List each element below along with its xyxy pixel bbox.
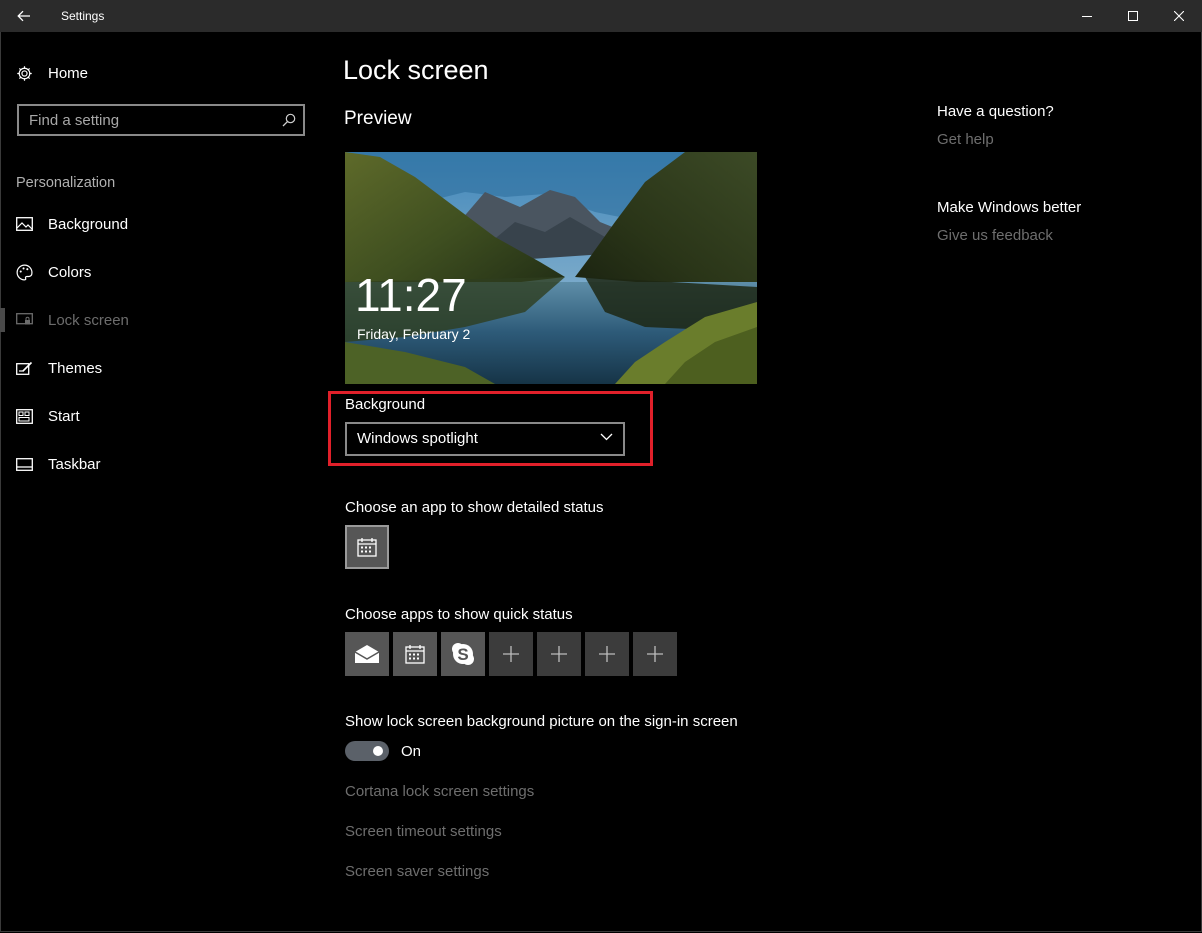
calendar-icon bbox=[357, 538, 377, 557]
start-icon bbox=[16, 408, 33, 424]
skype-icon: S bbox=[452, 643, 474, 665]
sidebar-item-label: Start bbox=[48, 407, 80, 425]
themes-icon bbox=[16, 361, 33, 375]
add-icon bbox=[599, 646, 615, 662]
help-heading: Have a question? bbox=[937, 103, 1054, 120]
quick-status-add-slot[interactable] bbox=[585, 632, 629, 676]
screen-saver-link[interactable]: Screen saver settings bbox=[345, 863, 489, 880]
lock-screen-icon bbox=[16, 312, 33, 324]
detailed-status-label: Choose an app to show detailed status bbox=[345, 499, 604, 516]
quick-status-add-slot[interactable] bbox=[537, 632, 581, 676]
nav-home[interactable]: Home bbox=[16, 62, 88, 84]
add-icon bbox=[551, 646, 567, 662]
search-input[interactable] bbox=[19, 106, 289, 134]
quick-status-add-slot[interactable] bbox=[489, 632, 533, 676]
maximize-icon bbox=[1128, 11, 1138, 21]
give-feedback-link[interactable]: Give us feedback bbox=[937, 227, 1053, 244]
section-label-personalization: Personalization bbox=[16, 175, 116, 191]
search-button[interactable] bbox=[281, 112, 297, 128]
svg-text:S: S bbox=[457, 645, 468, 664]
sidebar-item-label: Background bbox=[48, 215, 129, 233]
screen-timeout-link[interactable]: Screen timeout settings bbox=[345, 823, 502, 840]
sidebar-item-label: Lock screen bbox=[48, 311, 129, 329]
maximize-button[interactable] bbox=[1110, 0, 1156, 32]
gear-icon bbox=[17, 65, 32, 81]
active-indicator bbox=[0, 308, 5, 332]
quick-status-add-slot[interactable] bbox=[633, 632, 677, 676]
signin-background-label: Show lock screen background picture on t… bbox=[345, 713, 738, 730]
toggle-knob bbox=[373, 746, 383, 756]
quick-status-skype[interactable]: S bbox=[441, 632, 485, 676]
sidebar-item-start[interactable]: Start bbox=[16, 405, 80, 427]
sidebar-item-colors[interactable]: Colors bbox=[16, 261, 91, 283]
minimize-icon bbox=[1082, 16, 1092, 17]
sidebar-item-themes[interactable]: Themes bbox=[16, 357, 102, 379]
sidebar-item-label: Themes bbox=[48, 359, 103, 377]
add-icon bbox=[647, 646, 663, 662]
cortana-lock-screen-link[interactable]: Cortana lock screen settings bbox=[345, 783, 534, 800]
minimize-button[interactable] bbox=[1064, 0, 1110, 32]
mail-icon bbox=[354, 645, 380, 663]
nav-home-label: Home bbox=[48, 64, 89, 82]
back-arrow-icon bbox=[17, 10, 30, 22]
back-button[interactable] bbox=[0, 0, 48, 32]
quick-status-label: Choose apps to show quick status bbox=[345, 606, 573, 623]
palette-icon bbox=[16, 264, 33, 280]
page-title: Lock screen bbox=[343, 55, 489, 85]
title-bar bbox=[0, 0, 1202, 32]
sidebar-item-label: Colors bbox=[48, 263, 92, 281]
preview-time: 11:27 bbox=[355, 269, 467, 321]
signin-background-toggle[interactable] bbox=[345, 741, 389, 761]
preview-date: Friday, February 2 bbox=[357, 326, 471, 342]
sidebar-item-lock-screen[interactable]: Lock screen bbox=[16, 309, 129, 331]
sidebar-item-background[interactable]: Background bbox=[16, 213, 128, 235]
taskbar-icon bbox=[16, 457, 33, 471]
highlight-box bbox=[328, 391, 653, 466]
feedback-heading: Make Windows better bbox=[937, 199, 1082, 216]
search-box[interactable] bbox=[17, 104, 305, 136]
sidebar-item-label: Taskbar bbox=[48, 455, 101, 473]
window-title: Settings bbox=[61, 9, 105, 23]
toggle-state-label: On bbox=[401, 743, 422, 760]
picture-icon bbox=[16, 217, 33, 231]
search-icon bbox=[282, 113, 296, 127]
close-button[interactable] bbox=[1156, 0, 1202, 32]
sidebar-item-taskbar[interactable]: Taskbar bbox=[16, 453, 101, 475]
calendar-icon bbox=[405, 645, 425, 664]
close-icon bbox=[1174, 11, 1184, 21]
get-help-link[interactable]: Get help bbox=[937, 131, 994, 148]
preview-heading: Preview bbox=[344, 108, 412, 129]
quick-status-calendar[interactable] bbox=[393, 632, 437, 676]
quick-status-mail[interactable] bbox=[345, 632, 389, 676]
add-icon bbox=[503, 646, 519, 662]
detailed-status-app-button[interactable] bbox=[345, 525, 389, 569]
